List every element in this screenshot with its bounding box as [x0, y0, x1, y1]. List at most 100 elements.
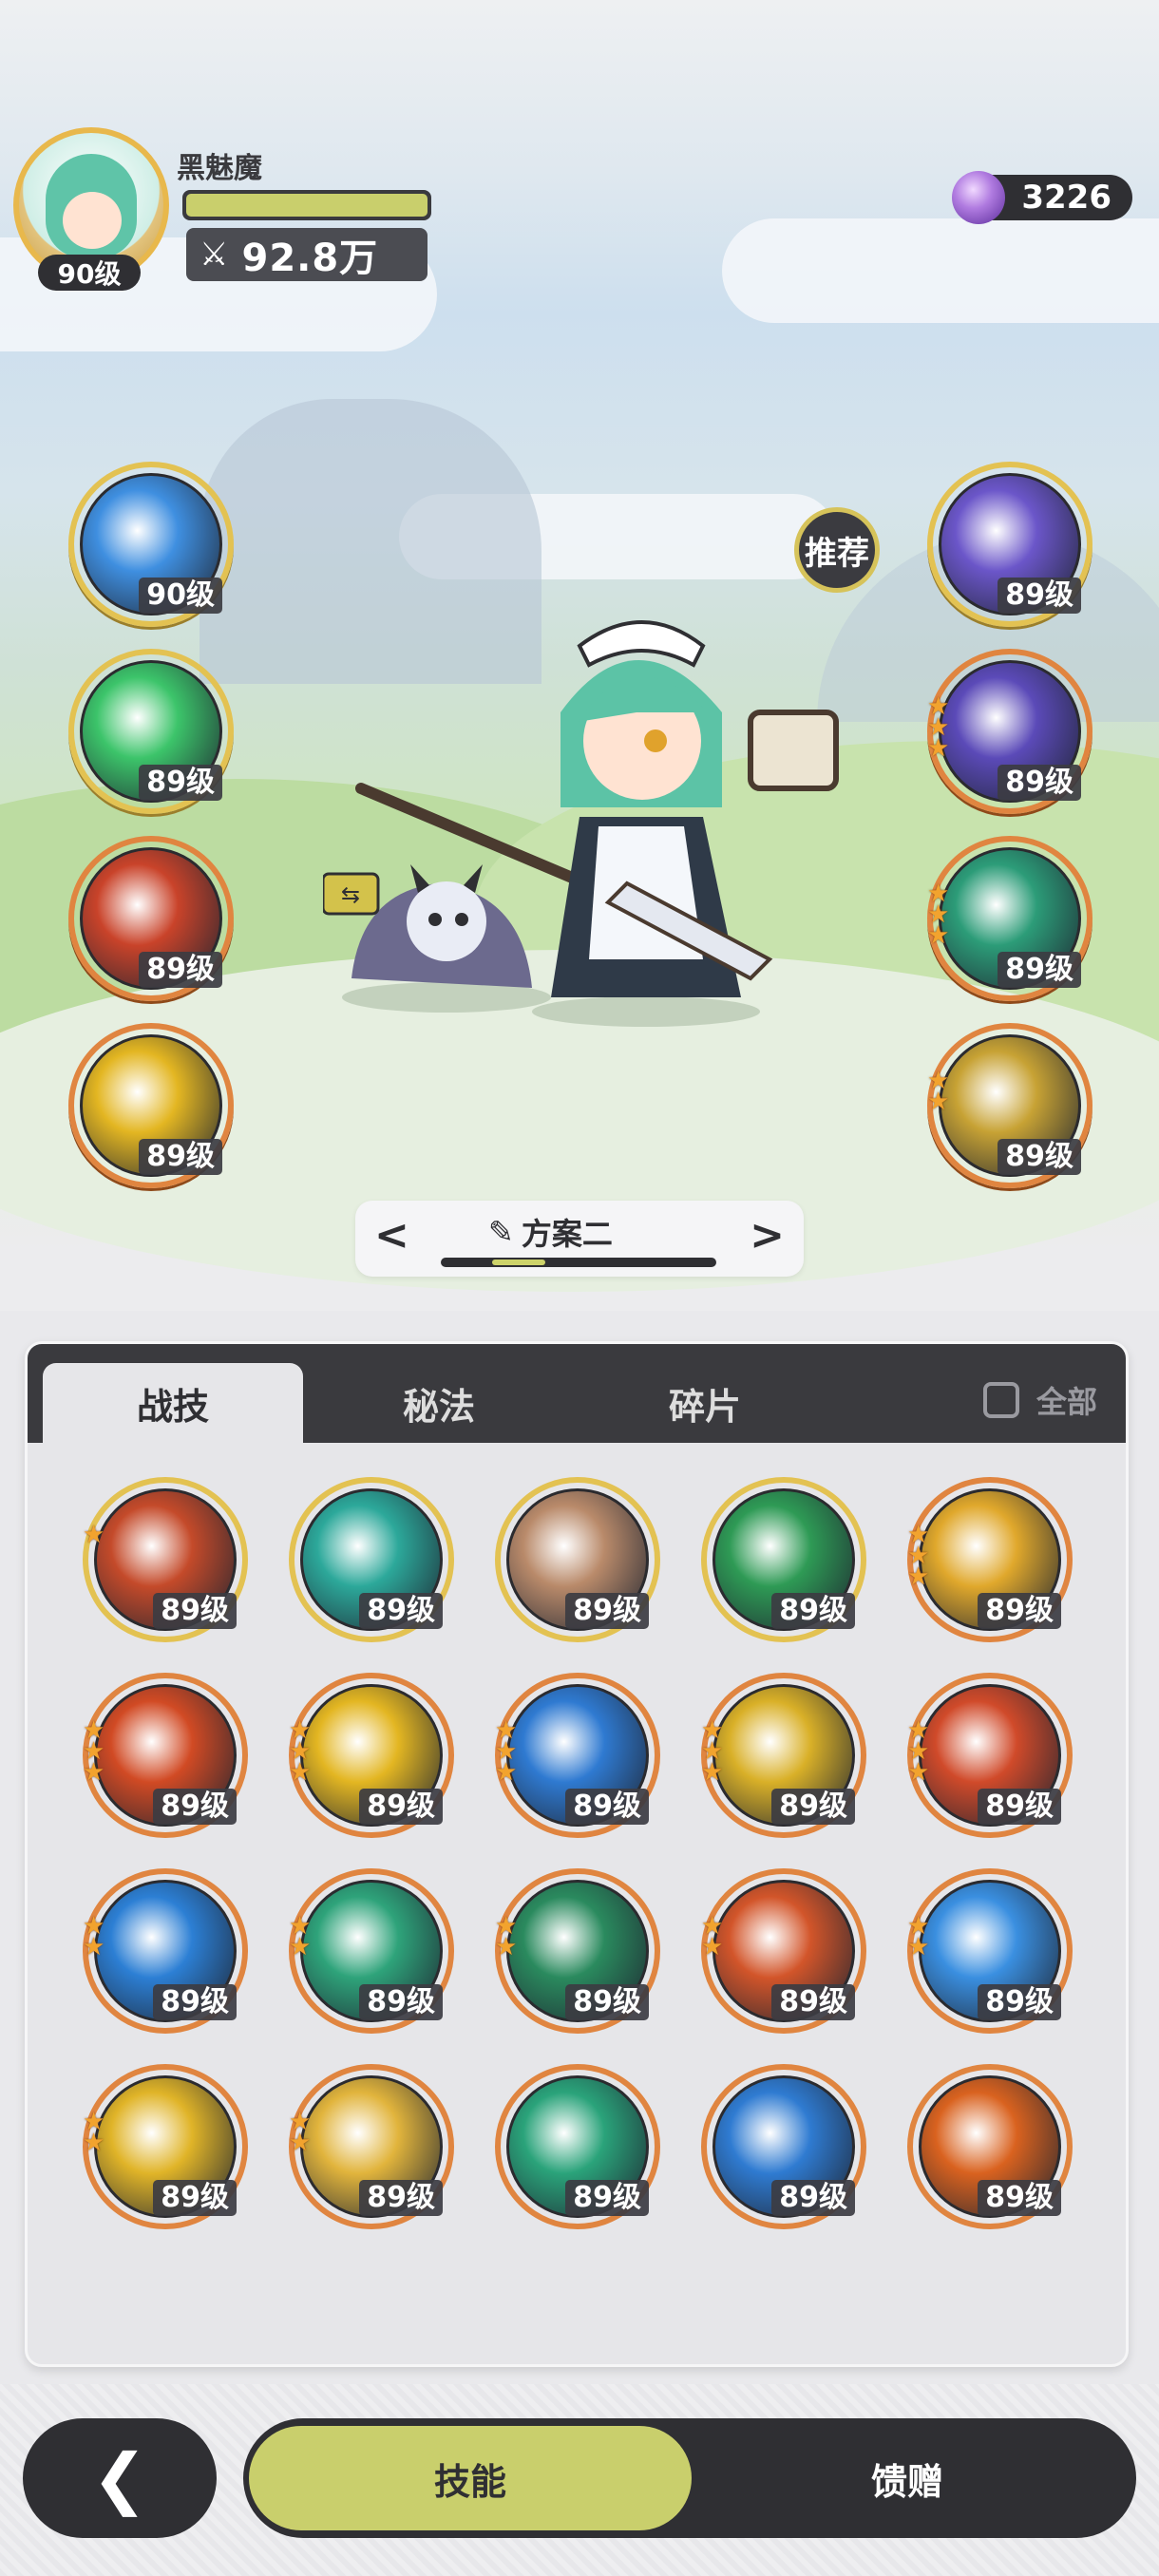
grid-skill-slot[interactable]: ★ ★ ★ 89级: [495, 1673, 660, 1838]
grid-skill-slot[interactable]: ★ ★ 89级: [83, 2064, 248, 2229]
swap-icon: ⇆: [341, 881, 360, 908]
skill-level-label: 89级: [998, 578, 1081, 614]
hero-book: [748, 710, 839, 791]
show-all-label: 全部: [1036, 1384, 1097, 1420]
skill-level-label: 89级: [153, 1789, 237, 1825]
tab-combat-skills[interactable]: 战技: [43, 1363, 303, 1443]
star-rank: ★ ★ ★: [907, 1718, 930, 1787]
star-rank: ★ ★: [495, 1914, 518, 1961]
star-icon: ★: [927, 1088, 950, 1116]
show-all-checkbox[interactable]: [982, 1382, 1019, 1418]
star-icon: ★: [289, 1933, 312, 1961]
star-icon: ★: [495, 1933, 518, 1961]
combat-power-value: 92.8万: [241, 237, 379, 280]
skill-level-label: 89级: [359, 1593, 443, 1629]
right-skill-slot[interactable]: ★ ★ ★ 89级: [927, 836, 1092, 1001]
grid-skill-slot[interactable]: ★ 89级: [83, 1477, 248, 1642]
grid-skill-slot[interactable]: 89级: [701, 1477, 866, 1642]
grid-skill-slot[interactable]: ★ ★ 89级: [701, 1868, 866, 2034]
skill-level-label: 89级: [139, 1139, 222, 1175]
bottom-nav-switch: 技能 馈赠: [243, 2418, 1136, 2538]
grid-skill-slot[interactable]: 89级: [495, 1477, 660, 1642]
left-skill-slot[interactable]: 90级: [68, 462, 234, 627]
left-skill-slot[interactable]: 89级: [68, 1023, 234, 1188]
preset-page-indicator: [441, 1258, 716, 1267]
avatar-face: [63, 192, 122, 249]
pet-eye: [455, 913, 468, 926]
grid-skill-slot[interactable]: ★ ★ 89级: [907, 1868, 1073, 2034]
star-icon: ★: [907, 1563, 930, 1591]
grid-skill-slot[interactable]: 89级: [907, 2064, 1073, 2229]
star-rank: ★ ★: [289, 2110, 311, 2155]
skill-tab-bar: 战技 秘法 碎片 全部: [28, 1344, 1126, 1443]
star-rank: ★ ★ ★: [83, 1718, 105, 1787]
hero-shadow: [532, 996, 760, 1027]
skill-level-label: 89级: [359, 2180, 443, 2216]
combat-power: ⚔ 92.8万: [186, 228, 428, 281]
skill-level-label: 89级: [771, 2180, 855, 2216]
skill-level-label: 89级: [565, 1984, 649, 2020]
star-icon: ★: [83, 2129, 105, 2157]
grid-skill-slot[interactable]: ★ ★ ★ 89级: [907, 1477, 1073, 1642]
star-icon: ★: [907, 1933, 930, 1961]
skill-level-label: 89级: [771, 1789, 855, 1825]
grid-skill-slot[interactable]: 89级: [701, 2064, 866, 2229]
hero-eye: [644, 729, 667, 752]
grid-skill-slot[interactable]: ★ ★ ★ 89级: [907, 1673, 1073, 1838]
grid-skill-slot[interactable]: ★ ★ 89级: [289, 1868, 454, 2034]
right-skill-slot[interactable]: 89级: [927, 462, 1092, 627]
grid-skill-slot[interactable]: 89级: [289, 1477, 454, 1642]
back-button[interactable]: ❮: [23, 2418, 217, 2538]
pet-head: [407, 881, 486, 961]
skill-level-label: 89级: [359, 1789, 443, 1825]
grid-skill-slot[interactable]: 89级: [495, 2064, 660, 2229]
star-icon: ★: [701, 1758, 724, 1787]
hero-headdress: [577, 620, 706, 668]
skill-level-label: 89级: [565, 2180, 649, 2216]
left-skill-slot[interactable]: 89级: [68, 649, 234, 814]
skill-level-label: 89级: [978, 2180, 1061, 2216]
show-all-toggle[interactable]: 全部: [982, 1378, 1097, 1422]
star-icon: ★: [83, 1933, 105, 1961]
left-skill-slot[interactable]: 89级: [68, 836, 234, 1001]
hero-character: ⇆: [323, 620, 839, 1027]
star-rank: ★ ★: [289, 1914, 312, 1961]
grid-skill-slot[interactable]: ★ ★ 89级: [495, 1868, 660, 2034]
preset-next-button[interactable]: >: [750, 1212, 785, 1260]
star-rank: ★ ★: [701, 1914, 724, 1961]
skill-level-label: 89级: [153, 1984, 237, 2020]
star-icon: ★: [83, 1758, 105, 1787]
star-rank: ★ ★ ★: [927, 694, 949, 761]
star-rank: ★: [83, 1523, 104, 1547]
grid-skill-slot[interactable]: ★ ★ ★ 89级: [701, 1673, 866, 1838]
tab-secret-arts[interactable]: 秘法: [309, 1363, 569, 1443]
skill-level-label: 89级: [153, 1593, 237, 1629]
star-rank: ★ ★: [927, 1069, 950, 1116]
grid-skill-slot[interactable]: ★ ★ 89级: [83, 1868, 248, 2034]
star-icon: ★: [907, 1758, 930, 1787]
gift-tab-button[interactable]: 馈赠: [686, 2426, 1129, 2530]
star-icon: ★: [701, 1933, 724, 1961]
preset-name: 方案二: [521, 1216, 613, 1252]
grid-skill-slot[interactable]: ★ ★ ★ 89级: [83, 1673, 248, 1838]
cloud: [722, 218, 1159, 323]
character-hp-bar: [182, 190, 431, 220]
star-rank: ★ ★ ★: [927, 881, 949, 948]
character-name: 黑魅魔: [177, 152, 262, 185]
right-skill-slot[interactable]: ★ ★ 89级: [927, 1023, 1092, 1188]
preset-name-button[interactable]: ✎ 方案二: [488, 1210, 613, 1254]
star-rank: ★ ★: [83, 2110, 105, 2157]
skills-tab-button[interactable]: 技能: [249, 2426, 692, 2530]
preset-prev-button[interactable]: <: [374, 1212, 409, 1260]
skill-level-label: 90级: [139, 578, 222, 614]
grid-skill-slot[interactable]: ★ ★ ★ 89级: [289, 1673, 454, 1838]
skill-level-label: 89级: [139, 765, 222, 801]
tab-fragments[interactable]: 碎片: [575, 1363, 835, 1443]
skill-level-label: 89级: [978, 1984, 1061, 2020]
right-skill-slot[interactable]: ★ ★ ★ 89级: [927, 649, 1092, 814]
skill-panel: 战技 秘法 碎片 全部 ★ 89级 89级 89级 89级 ★ ★ ★ 89级 ★ ★ ★ 89级 ★ ★ ★…: [25, 1341, 1129, 2367]
skill-level-label: 89级: [998, 952, 1081, 988]
grid-skill-slot[interactable]: ★ ★ 89级: [289, 2064, 454, 2229]
skill-level-label: 89级: [139, 952, 222, 988]
preset-page-thumb: [492, 1260, 545, 1265]
